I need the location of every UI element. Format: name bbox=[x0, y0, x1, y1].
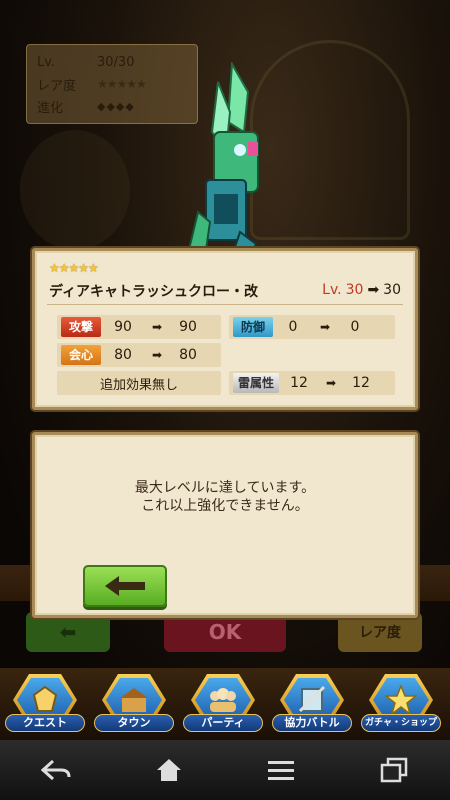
system-home-button[interactable] bbox=[139, 750, 199, 790]
item-rarity-stars: ★★★★★ bbox=[49, 261, 99, 275]
menu-gacha-shop-label: ガチャ・ショップ bbox=[361, 714, 441, 732]
critical-stat-row: 会心 80 ➡ 80 bbox=[57, 343, 221, 367]
defense-stat-row: 防御 0 ➡ 0 bbox=[229, 315, 395, 339]
evolution-dots: ◆◆◆◆ bbox=[97, 99, 135, 113]
menu-town[interactable]: タウン bbox=[94, 674, 174, 738]
menu-gacha-shop[interactable]: ガチャ・ショップ bbox=[361, 674, 441, 738]
item-level-label: Lv. bbox=[322, 282, 342, 298]
message-line-2: これ以上強化できません。 bbox=[141, 498, 309, 514]
max-level-dialog: 最大レベルに達しています。 これ以上強化できません。 bbox=[32, 432, 418, 618]
thunder-badge: 雷属性 bbox=[233, 373, 280, 393]
message-line-1: 最大レベルに達しています。 bbox=[134, 480, 316, 496]
item-name: ディアキャトラッシュクロー・改 bbox=[49, 284, 259, 300]
menu-party-label: パーティ bbox=[183, 714, 263, 732]
system-back-button[interactable] bbox=[26, 750, 86, 790]
attack-stat-row: 攻撃 90 ➡ 90 bbox=[57, 315, 221, 339]
level-label: Lv. bbox=[37, 54, 56, 70]
menu-party[interactable]: パーティ bbox=[183, 674, 263, 738]
evolution-label: 進化 bbox=[37, 100, 64, 116]
rarity-label: レア度 bbox=[37, 78, 77, 94]
arrow-right-icon: ➡ bbox=[151, 320, 163, 334]
attack-to: 90 bbox=[179, 319, 197, 335]
arrow-left-icon bbox=[105, 576, 145, 596]
menu-coop-battle-label: 協力バトル bbox=[272, 714, 352, 732]
system-navigation-bar bbox=[0, 740, 450, 800]
item-level: Lv. 30 ➡ 30 bbox=[322, 282, 401, 298]
item-detail-card: ★★★★★ ディアキャトラッシュクロー・改 Lv. 30 ➡ 30 攻撃 90 … bbox=[32, 248, 418, 410]
item-level-next: 30 bbox=[383, 282, 401, 298]
system-menu-button[interactable] bbox=[251, 750, 311, 790]
arrow-right-icon: ➡ bbox=[319, 320, 331, 334]
menu-icon bbox=[268, 761, 295, 780]
background-rarity-button: レア度 bbox=[338, 612, 422, 652]
arrow-right-icon: ➡ bbox=[325, 376, 337, 390]
back-button[interactable] bbox=[83, 565, 167, 607]
menu-quest[interactable]: クエスト bbox=[5, 674, 85, 738]
divider bbox=[47, 304, 403, 305]
rarity-stars: ★★★★★ bbox=[97, 77, 147, 91]
arrow-right-icon: ➡ bbox=[151, 348, 163, 362]
defense-to: 0 bbox=[350, 319, 360, 335]
critical-badge: 会心 bbox=[61, 345, 101, 365]
attack-badge: 攻撃 bbox=[61, 317, 101, 337]
extra-effect-row: 追加効果無し bbox=[57, 371, 221, 395]
menu-town-label: タウン bbox=[94, 714, 174, 732]
item-level-current: 30 bbox=[345, 282, 364, 298]
attack-from: 90 bbox=[114, 319, 132, 335]
home-icon bbox=[156, 759, 181, 781]
extra-effect-text: 追加効果無し bbox=[99, 377, 178, 393]
system-recent-apps-button[interactable] bbox=[364, 750, 424, 790]
defense-badge: 防御 bbox=[233, 317, 273, 337]
background-ok-button: OK bbox=[164, 612, 286, 652]
critical-to: 80 bbox=[179, 347, 197, 363]
level-value: 30/30 bbox=[97, 54, 135, 70]
recent-apps-icon bbox=[380, 757, 407, 783]
background-creature bbox=[20, 130, 130, 250]
arrow-right-icon: ➡ bbox=[367, 282, 380, 298]
background-back-button: ⬅ bbox=[26, 612, 110, 652]
thunder-stat-row: 雷属性 12 ➡ 12 bbox=[229, 371, 395, 395]
menu-coop-battle[interactable]: 協力バトル bbox=[272, 674, 352, 738]
menu-quest-label: クエスト bbox=[5, 714, 85, 732]
back-arrow-icon bbox=[41, 759, 71, 781]
critical-from: 80 bbox=[114, 347, 132, 363]
thunder-from: 12 bbox=[290, 375, 308, 391]
thunder-to: 12 bbox=[352, 375, 370, 391]
defense-from: 0 bbox=[288, 319, 298, 335]
